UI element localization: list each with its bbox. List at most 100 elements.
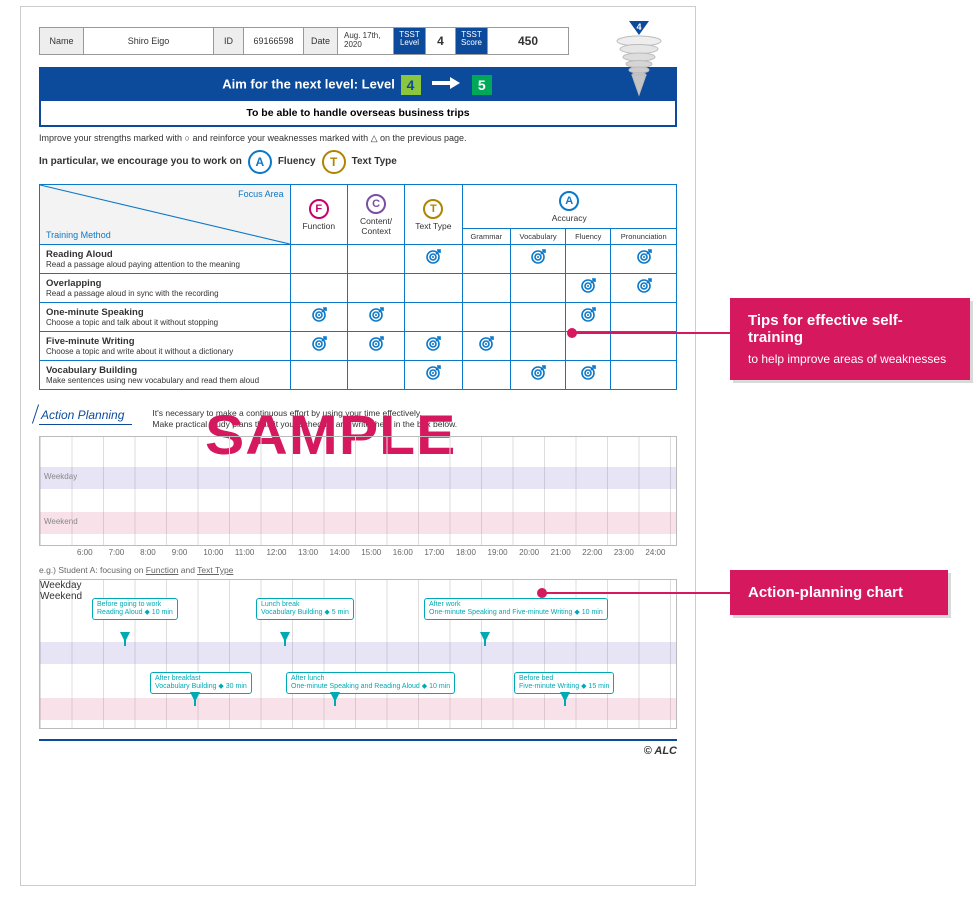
action-planning-instructions: It's necessary to make a continuous effo… [152, 408, 457, 430]
time-tick: 17:00 [424, 548, 456, 557]
cell-grammar [462, 244, 511, 273]
cell-function [290, 302, 347, 331]
name-value: Shiro Eigo [84, 28, 214, 54]
cell-texttype [405, 273, 462, 302]
time-tick: 20:00 [519, 548, 551, 557]
time-tick: 15:00 [361, 548, 393, 557]
aim-next-level: 5 [472, 75, 492, 95]
id-value: 69166598 [244, 28, 304, 54]
time-tick: 9:00 [172, 548, 204, 557]
table-row: OverlappingRead a passage aloud in sync … [40, 273, 677, 302]
cell-texttype [405, 331, 462, 360]
texttype-badge-icon: T [322, 150, 346, 174]
row-desc: Choose a topic and talk about it without… [46, 318, 284, 327]
student-info-bar: Name Shiro Eigo ID 69166598 Date Aug. 17… [39, 27, 569, 55]
footer-rule [39, 739, 677, 741]
pin-icon [190, 692, 200, 706]
texttype-badge-icon-col: T [423, 199, 443, 219]
aim-next-level-bar: Aim for the next level: Level 4 5 To be … [39, 67, 677, 127]
time-tick: 6:00 [77, 548, 109, 557]
target-icon [368, 339, 384, 355]
encourage-row: In particular, we encourage you to work … [39, 150, 677, 174]
content-col-label: Content/ Context [352, 216, 400, 236]
cell-function [290, 360, 347, 389]
pron-subcol: Pronunciation [611, 228, 677, 244]
time-tick: 16:00 [393, 548, 425, 557]
target-icon [425, 339, 441, 355]
target-icon [636, 252, 652, 268]
cell-vocab [511, 244, 566, 273]
accuracy-badge-icon-col: A [559, 191, 579, 211]
cell-content [347, 244, 404, 273]
accuracy-col-label: Accuracy [467, 213, 673, 223]
row-desc: Read a passage aloud paying attention to… [46, 260, 284, 269]
time-tick: 8:00 [140, 548, 172, 557]
tsst-level-value: 4 [426, 28, 456, 54]
time-tick: 14:00 [330, 548, 362, 557]
cell-pron [611, 331, 677, 360]
tsst-level-label: TSST Level [394, 28, 426, 54]
bubble-before-work: Before going to workReading Aloud ◆ 10 m… [92, 598, 178, 620]
cell-fluency [566, 360, 611, 389]
time-tick: 21:00 [551, 548, 583, 557]
aim-prefix: Aim for the next level: Level [222, 76, 395, 91]
pin-icon [560, 692, 570, 706]
bubble-after-breakfast: After breakfastVocabulary Building ◆ 30 … [150, 672, 252, 694]
cell-grammar [462, 360, 511, 389]
pin-icon [480, 632, 490, 646]
pin-icon [330, 692, 340, 706]
cell-pron [611, 273, 677, 302]
cell-texttype [405, 360, 462, 389]
callout-connector [572, 332, 730, 334]
cell-texttype [405, 302, 462, 331]
target-icon [368, 310, 384, 326]
cell-content [347, 302, 404, 331]
cell-texttype [405, 244, 462, 273]
cell-function [290, 273, 347, 302]
cell-fluency [566, 244, 611, 273]
aim-subtitle: To be able to handle overseas business t… [41, 101, 675, 125]
weekday-label: Weekday [44, 472, 77, 481]
example-planner: Weekday Weekend Before going to workRead… [39, 579, 677, 729]
report-sheet: 4 Name Shiro Eigo ID 69166598 Date Aug. … [20, 6, 696, 886]
time-tick: 24:00 [645, 548, 677, 557]
target-icon [530, 368, 546, 384]
pin-icon [280, 632, 290, 646]
cell-content [347, 273, 404, 302]
training-table: Focus Area Training Method F Function C … [39, 184, 677, 390]
tips-callout: Tips for effective self-training to help… [730, 298, 970, 380]
cell-grammar [462, 331, 511, 360]
target-icon [580, 310, 596, 326]
alc-brand: © ALC [39, 745, 677, 757]
weekend-label: Weekend [44, 517, 78, 526]
tips-callout-title: Tips for effective self-training [748, 312, 952, 346]
name-label: Name [40, 28, 84, 54]
target-icon [311, 339, 327, 355]
bubble-after-lunch: After lunchOne-minute Speaking and Readi… [286, 672, 455, 694]
time-tick: 22:00 [582, 548, 614, 557]
example-weekday-label: Weekday [40, 580, 676, 591]
callout-connector [542, 592, 730, 594]
focus-area-header: Focus Area [238, 189, 284, 199]
training-method-header: Training Method [46, 230, 111, 240]
target-icon [580, 368, 596, 384]
cell-content [347, 331, 404, 360]
time-tick: 13:00 [298, 548, 330, 557]
cell-grammar [462, 273, 511, 302]
target-icon [530, 252, 546, 268]
row-title: Overlapping [46, 278, 284, 289]
row-title: Reading Aloud [46, 249, 284, 260]
function-badge-icon: F [309, 199, 329, 219]
tips-callout-sub: to help improve areas of weaknesses [748, 352, 952, 366]
table-row: One-minute SpeakingChoose a topic and ta… [40, 302, 677, 331]
time-axis: 6:007:008:009:0010:0011:0012:0013:0014:0… [39, 548, 677, 557]
target-icon [636, 281, 652, 297]
cell-pron [611, 244, 677, 273]
grammar-subcol: Grammar [462, 228, 511, 244]
time-tick: 11:00 [235, 548, 267, 557]
time-tick: 19:00 [488, 548, 520, 557]
cell-vocab [511, 302, 566, 331]
cone-level-text: 4 [636, 22, 641, 32]
tsst-score-value: 450 [488, 28, 568, 54]
cell-content [347, 360, 404, 389]
